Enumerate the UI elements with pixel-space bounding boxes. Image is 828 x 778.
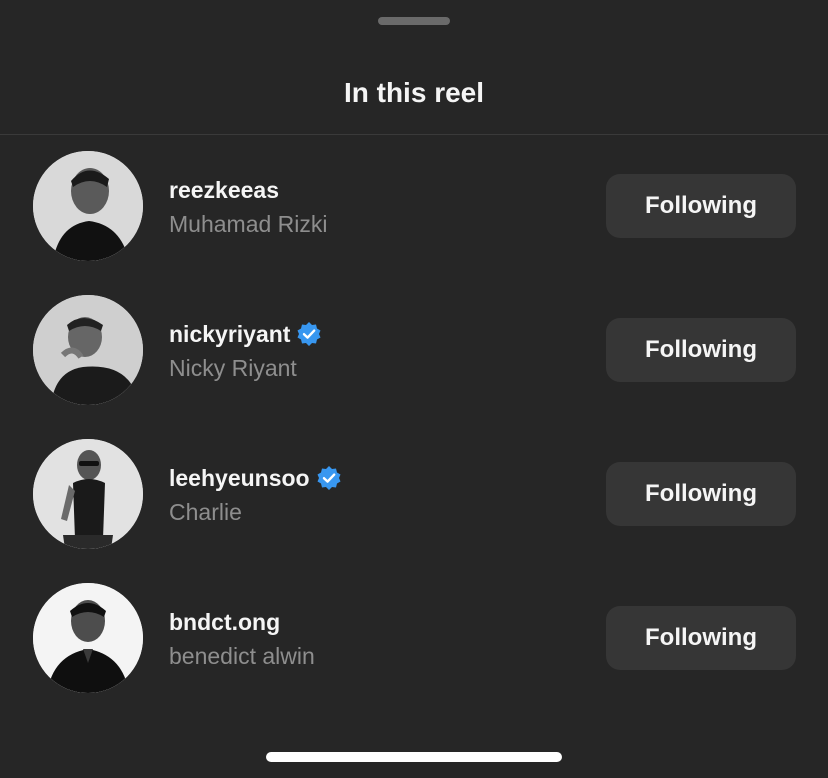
avatar[interactable]	[33, 151, 143, 261]
following-button[interactable]: Following	[606, 462, 796, 526]
user-names: reezkeeas Muhamad Rizki	[169, 173, 328, 241]
verified-badge-icon	[297, 322, 321, 346]
avatar-photo	[33, 439, 143, 549]
following-button[interactable]: Following	[606, 606, 796, 670]
username[interactable]: reezkeeas	[169, 173, 279, 207]
avatar-photo	[33, 583, 143, 693]
username-line: nickyriyant	[169, 317, 322, 351]
full-name: benedict alwin	[169, 643, 315, 669]
sheet-grabber-handle[interactable]	[378, 17, 450, 25]
username[interactable]: bndct.ong	[169, 605, 280, 639]
people-list: reezkeeas Muhamad Rizki Following nickyr…	[0, 135, 828, 711]
avatar[interactable]	[33, 439, 143, 549]
username[interactable]: leehyeunsoo	[169, 461, 310, 495]
list-item: leehyeunsoo Charlie Following	[0, 423, 828, 567]
full-name: Nicky Riyant	[169, 355, 297, 381]
avatar[interactable]	[33, 295, 143, 405]
user-names: nickyriyant Nicky Riyant	[169, 317, 322, 385]
user-names: leehyeunsoo Charlie	[169, 461, 342, 529]
username-line: leehyeunsoo	[169, 461, 342, 495]
full-name: Charlie	[169, 499, 242, 525]
following-button[interactable]: Following	[606, 174, 796, 238]
list-item: bndct.ong benedict alwin Following	[0, 567, 828, 711]
list-item: reezkeeas Muhamad Rizki Following	[0, 135, 828, 279]
username[interactable]: nickyriyant	[169, 317, 290, 351]
home-indicator	[266, 752, 562, 762]
list-item: nickyriyant Nicky Riyant Following	[0, 279, 828, 423]
user-names: bndct.ong benedict alwin	[169, 605, 315, 673]
avatar-photo	[33, 295, 143, 405]
sheet-title: In this reel	[343, 77, 485, 108]
full-name: Muhamad Rizki	[169, 211, 328, 237]
reel-people-sheet: In this reel reezkeeas Muhamad Rizki Fol…	[0, 0, 828, 778]
avatar-photo	[33, 151, 143, 261]
username-line: reezkeeas	[169, 173, 328, 207]
verified-badge-icon	[317, 466, 341, 490]
following-button[interactable]: Following	[606, 318, 796, 382]
avatar[interactable]	[33, 583, 143, 693]
username-line: bndct.ong	[169, 605, 315, 639]
